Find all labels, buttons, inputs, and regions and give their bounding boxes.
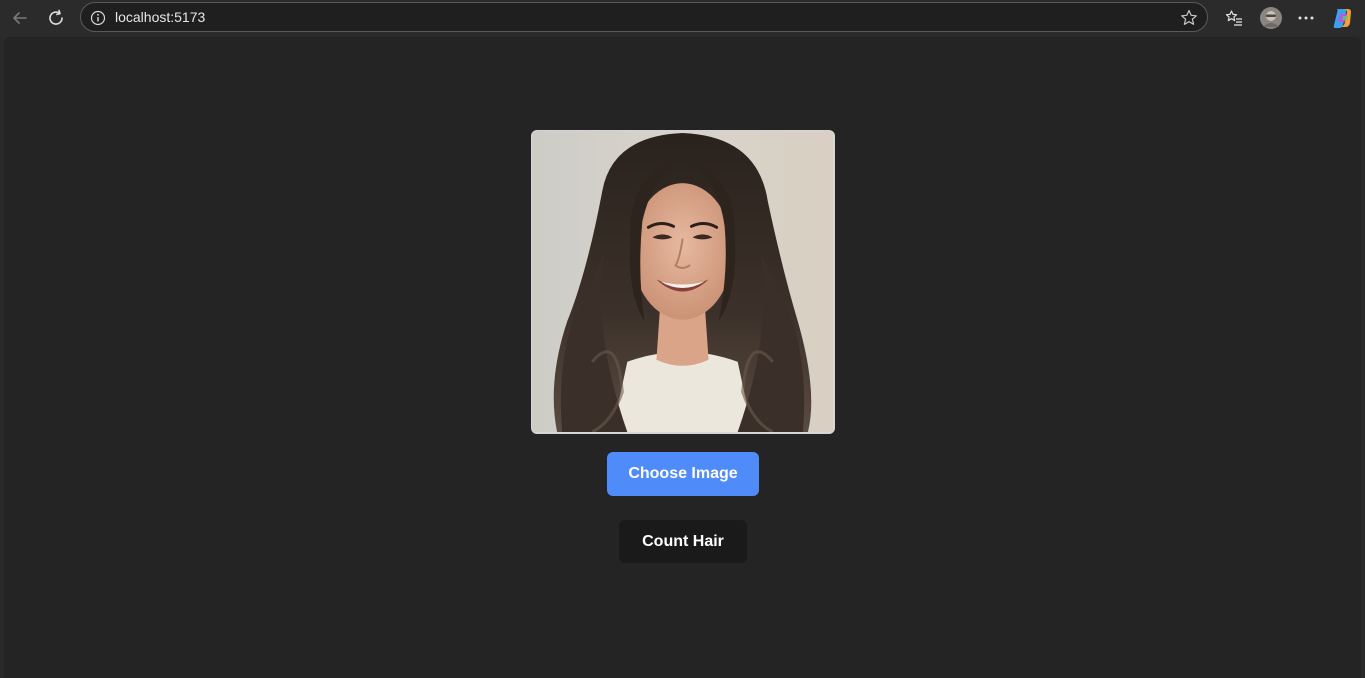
reload-icon bbox=[49, 9, 63, 25]
favorites-list-icon bbox=[1225, 10, 1242, 26]
favorite-star-icon[interactable] bbox=[1179, 8, 1199, 28]
back-arrow-icon bbox=[13, 12, 27, 24]
count-hair-button[interactable]: Count Hair bbox=[619, 520, 747, 563]
copilot-icon bbox=[1333, 9, 1351, 28]
more-options-icon bbox=[1298, 16, 1314, 20]
site-info-icon[interactable] bbox=[90, 10, 106, 26]
profile-button[interactable] bbox=[1257, 4, 1285, 32]
reload-button[interactable] bbox=[42, 4, 70, 32]
copilot-button[interactable] bbox=[1329, 4, 1357, 32]
portrait-photo bbox=[532, 131, 833, 433]
more-options-button[interactable] bbox=[1292, 4, 1320, 32]
back-button[interactable] bbox=[6, 4, 34, 32]
choose-image-button[interactable]: Choose Image bbox=[607, 452, 759, 496]
address-bar[interactable]: localhost:5173 bbox=[80, 2, 1208, 32]
favorites-button[interactable] bbox=[1220, 4, 1248, 32]
preview-image bbox=[531, 130, 835, 434]
url-text[interactable]: localhost:5173 bbox=[115, 9, 205, 26]
profile-avatar bbox=[1260, 7, 1282, 29]
browser-toolbar: localhost:5173 bbox=[0, 0, 1365, 36]
